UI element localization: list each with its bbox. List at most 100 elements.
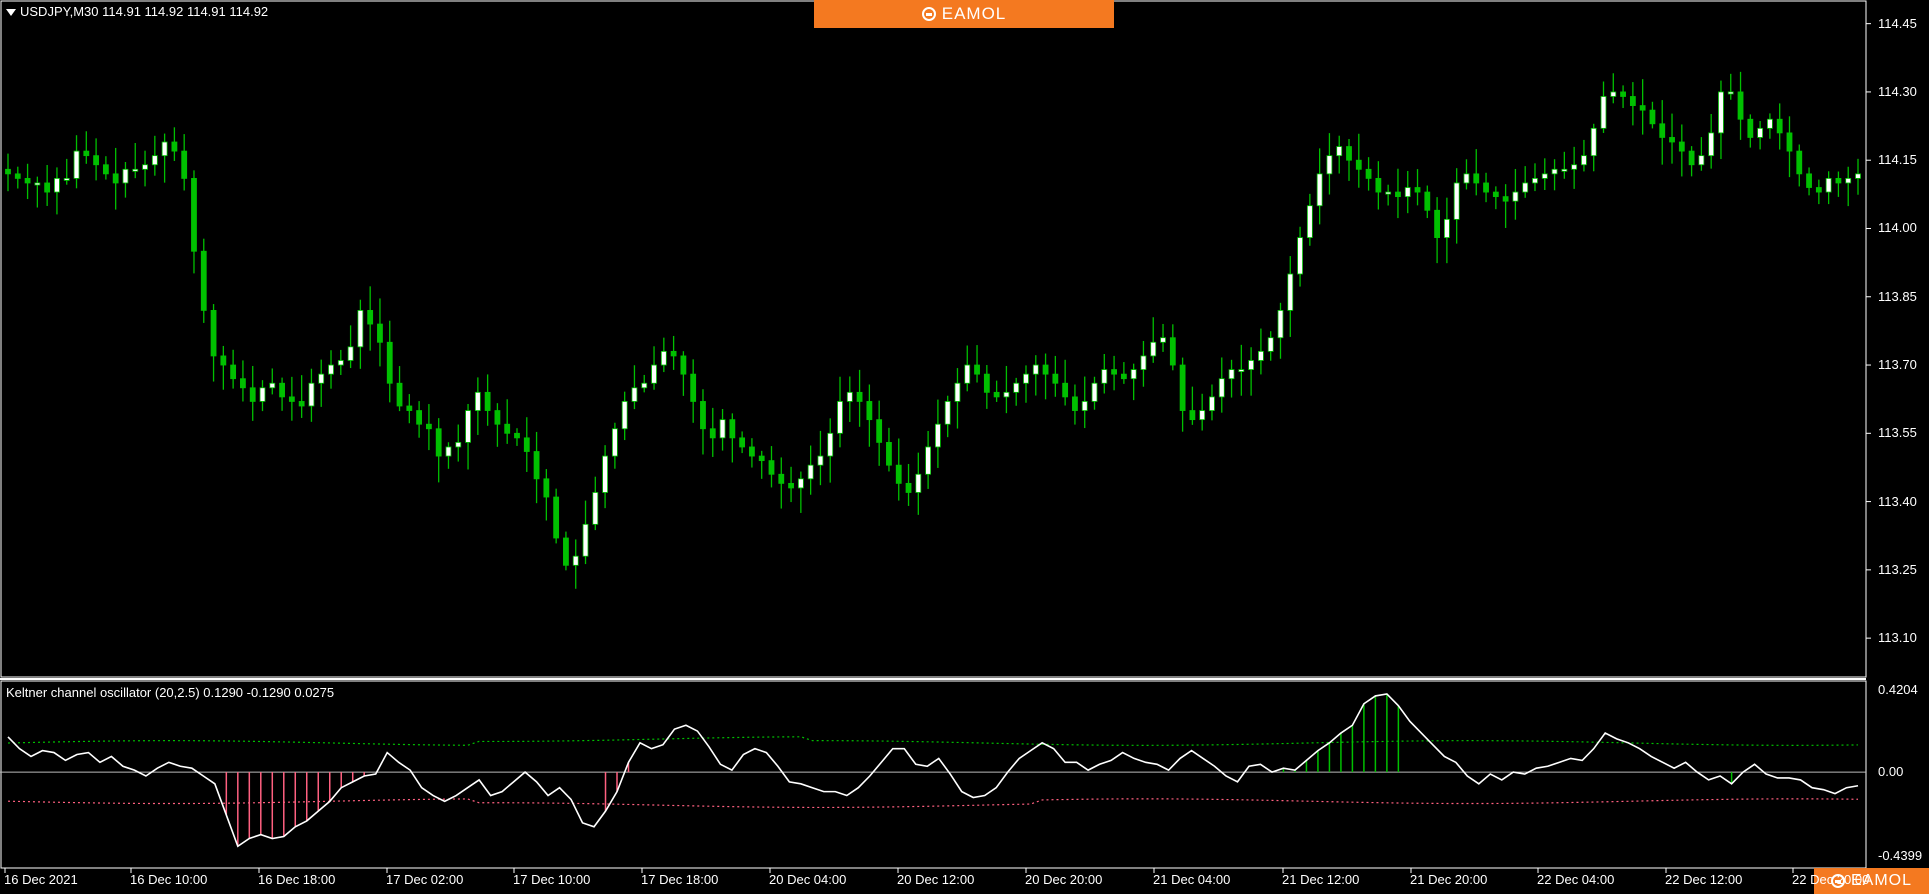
candle-body [1179,364,1186,411]
candle-body [709,428,716,439]
candle-body [797,478,804,489]
candle-body [1081,401,1088,411]
candle-body [102,164,109,175]
symbol-header-text: USDJPY,M30 114.91 114.92 114.91 114.92 [20,4,269,19]
candle-body [1708,132,1715,157]
price-axis-label: 113.85 [1878,288,1917,304]
oscillator-axis-label: 0.00 [1878,764,1904,780]
candle-body [54,178,60,193]
candle-body [210,310,217,357]
candle-body [288,396,295,402]
candle-body [670,350,677,357]
candle-body [1522,182,1529,193]
candle-body [1532,178,1538,184]
candle-body [1659,123,1666,138]
oscillator-pane-frame [0,680,1867,869]
candle-body [866,401,873,421]
candle-body [1150,341,1157,357]
dropdown-triangle-icon[interactable] [6,9,16,17]
candle-body [895,464,902,484]
candle-body [719,419,726,439]
candle-body [191,178,197,252]
candle-body [1052,373,1059,384]
time-axis-label: 16 Dec 2021 [4,872,78,887]
candle-body [1306,205,1313,238]
price-axis-label: 114.15 [1878,152,1917,168]
candle-body [1395,191,1401,198]
candle-body [1042,364,1049,375]
candle-body [611,428,618,457]
candle-body [240,378,246,389]
candle-body [181,150,188,179]
candle-body [1267,337,1274,352]
candle-body [563,537,569,566]
candle-body [700,401,706,430]
candle-body [1258,350,1264,361]
time-axis-label: 21 Dec 04:00 [1153,872,1231,887]
candle-body [1629,96,1636,106]
candle-body [1160,337,1166,343]
candle-body [1512,191,1519,202]
candle-body [34,182,41,186]
candle-body [5,168,11,175]
candle-body [758,455,765,462]
chart-canvas[interactable] [0,0,1929,894]
candle-body [161,141,168,157]
candle-body [1248,360,1255,370]
candle-body [856,391,863,402]
candle-body [230,364,237,380]
candle-body [1806,173,1812,188]
oscillator-header: Keltner channel oscillator (20,2.5) 0.12… [6,685,335,700]
time-axis-label: 20 Dec 04:00 [769,872,847,887]
candle-body [416,410,423,425]
candle-body [768,460,775,475]
candle-body [1767,118,1773,129]
candle-body [1473,173,1480,184]
candle-body [1855,173,1861,179]
candle-body [445,446,452,457]
time-axis-label: 16 Dec 10:00 [130,872,208,887]
brand-name: EAMOL [941,4,1007,23]
candle-body [934,423,941,448]
candle-body [406,405,413,411]
candle-body [925,446,932,475]
candle-body [1218,378,1225,398]
candle-body [533,451,540,480]
price-axis-label: 113.25 [1878,561,1917,577]
symbol-header: USDJPY,M30 114.91 114.92 114.91 114.92 [6,4,268,19]
candle-body [974,364,980,375]
candle-body [1590,127,1597,157]
time-axis-label: 16 Dec 18:00 [258,872,336,887]
candle-body [151,155,158,166]
candle-body [876,419,883,443]
candle-body [1169,337,1176,366]
candle-body [749,446,755,457]
candle-body [465,410,471,443]
candle-body [1189,410,1196,421]
candle-body [1120,373,1127,380]
candle-body [455,442,462,448]
candle-body [1111,369,1117,375]
candle-body [1062,382,1069,398]
price-axis-label: 113.70 [1878,357,1917,373]
candle-body [14,173,21,179]
candle-body [983,373,990,393]
candle-body [886,442,892,466]
candle-body [1796,150,1803,175]
oscillator-axis-label: -0.4399 [1878,848,1923,863]
candle-body [328,364,334,375]
brand-logo-top: EAMOL [814,0,1114,28]
candle-body [308,382,315,407]
candle-body [827,432,834,457]
candle-body [739,437,746,448]
candle-body [1375,178,1382,193]
candle-body [944,401,951,425]
candle-body [660,350,667,366]
candle-body [582,523,589,557]
candle-body [1228,369,1235,380]
candle-body [386,341,393,384]
candle-body [93,155,99,166]
candle-body [1492,191,1499,198]
candle-body [523,437,530,452]
candle-body [337,360,344,366]
